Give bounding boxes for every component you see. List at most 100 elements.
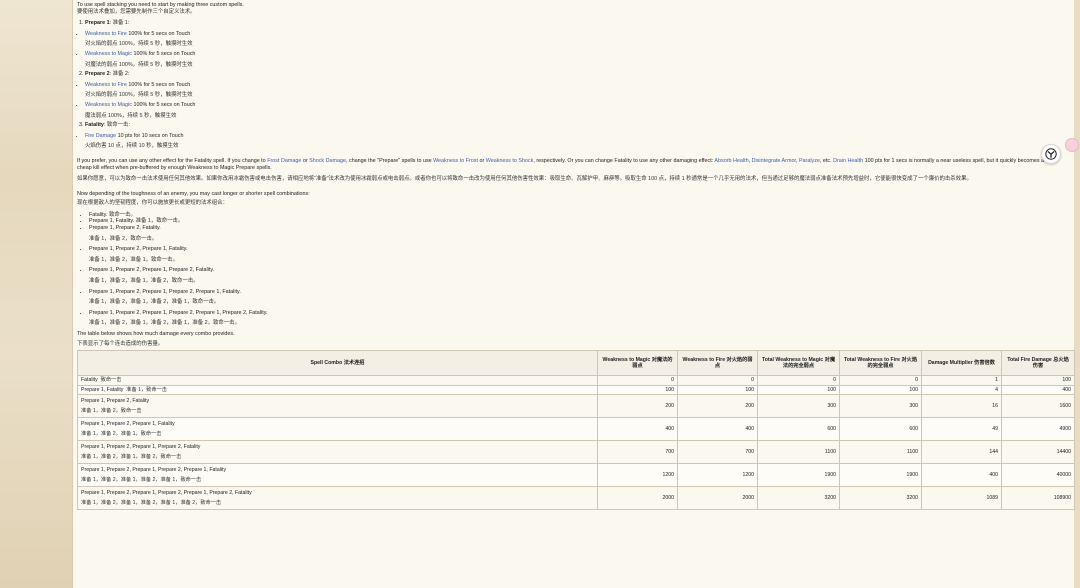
cell: 600 [839,417,922,442]
weakness-to-shock-link[interactable]: Weakness to Shock [486,158,534,164]
weakness-to-frost-link[interactable]: Weakness to Frost [433,158,478,164]
frost-damage-link[interactable]: Frost Damage [267,158,301,164]
cell: 400 [921,463,1002,488]
paralyze-link[interactable]: Paralyze [799,158,820,164]
spell-title-zh: 致命一击 [106,122,129,129]
spell-title: Prepare 2 [85,71,110,78]
combo-cell: Prepare 1, Fatality 准备 1，致命一击 [77,384,598,396]
cell: 1900 [839,463,922,488]
alternative-effects-text-2: cheap kill effect when pre-buffered by e… [77,164,272,171]
spell-effect-list: Fire Damage 10 pts for 10 secs on Touch火… [85,133,1070,150]
translate-assistant-icon[interactable] [1041,144,1061,164]
custom-spell-list: Prepare 1: 准备 1: Weakness to Fire 100% f… [77,20,1070,150]
cell: 108900 [1001,486,1075,511]
spell-effect-list: Weakness to Fire 100% for 5 secs on Touc… [85,82,1070,119]
combo-item: Prepare 1, Prepare 2, Prepare 1, Prepare… [89,289,1070,306]
combo-cell: Prepare 1, Prepare 2, Prepare 1, Prepare… [77,486,598,511]
cell: 300 [839,394,922,419]
spell-effect: Weakness to Magic 100% for 5 secs on Tou… [85,51,1070,68]
cell: 1200 [677,463,758,488]
spell-effect-zh: 对魔法的弱点 100%，持续 5 秒，触摸时生效 [85,61,193,68]
combo-cell: Prepare 1, Prepare 2, Prepare 1, Fatalit… [77,417,598,442]
spell-effect: Weakness to Fire 100% for 5 secs on Touc… [85,82,1070,99]
cell: 700 [597,440,678,465]
spell-effect-zh: 对火焰的弱点 100%，持续 5 秒，触摸时生效 [85,92,193,99]
combo-item: Prepare 1, Prepare 2, Prepare 1, Fatalit… [89,246,1070,263]
cell: 300 [757,394,840,419]
cell: 144 [921,440,1002,465]
cell: 400 [597,417,678,442]
cell: 1100 [839,440,922,465]
cell: 3200 [757,486,840,511]
combo-cell: Prepare 1, Prepare 2, Prepare 1, Prepare… [77,463,598,488]
spell-title-zh: 准备 2 [112,71,128,78]
toughness-text-zh: 现在根据敌人的坚韧程度，你可以施放更长或更短的法术组合： [77,200,228,207]
table-header-row: Spell Combo 法术连招 Weakness to Magic 对魔法的弱… [77,350,1075,377]
spell-effect-zh: 对火焰的弱点 100%，持续 5 秒，触摸时生效 [85,41,193,48]
effect-link[interactable]: Weakness to Fire [85,31,127,37]
table-row: Prepare 1, Prepare 2, Prepare 1, Fatalit… [77,417,1075,442]
effect-link[interactable]: Weakness to Fire [85,82,127,88]
cell: 16 [921,394,1002,419]
spell-title: Fatality [85,122,104,129]
cell: 600 [757,417,840,442]
spell-title: Prepare 1 [85,20,110,27]
cell: 700 [677,440,758,465]
cell: 1100 [757,440,840,465]
cell: 2000 [597,486,678,511]
cell: 0 [597,375,678,386]
column-header: Total Weakness to Fire 对火焰的完全弱点 [839,350,922,377]
column-header: Spell Combo 法术连招 [77,350,598,377]
alternative-effects-text: If you prefer, you can use any other eff… [77,157,1045,164]
combo-item: Fatality. 致命一击。 [89,212,1070,219]
spell-effect: Weakness to Magic 100% for 5 secs on Tou… [85,102,1070,119]
absorb-health-link[interactable]: Absorb Health [714,158,748,164]
cell: 2000 [677,486,758,511]
cell: 1200 [597,463,678,488]
column-header: Weakness to Magic 对魔法的弱点 [597,350,678,377]
table-row: Prepare 1, Fatality 准备 1，致命一击 100 100 100 1… [77,384,1075,396]
effect-link[interactable]: Fire Damage [85,133,116,139]
combo-cell: Prepare 1, Prepare 2, Fatality 准备 1，准备 2，… [77,394,598,419]
spell-effect-list: Weakness to Fire 100% for 5 secs on Touc… [85,31,1070,68]
effect-link[interactable]: Weakness to Magic [85,51,132,57]
combo-item: Prepare 1, Prepare 2, Prepare 1, Prepare… [89,267,1070,284]
spell-effect: Weakness to Fire 100% for 5 secs on Touc… [85,31,1070,48]
column-header: Damage Multiplier 伤害倍数 [921,350,1002,377]
effect-link[interactable]: Weakness to Magic [85,102,132,108]
cell: 4900 [1001,417,1075,442]
custom-spell-prepare-2: Prepare 2: 准备 2: Weakness to Fire 100% f… [85,71,1070,119]
cell: 200 [597,394,678,419]
translate-assistant-glyph [1045,148,1057,160]
table-intro: The table below shows how much damage ev… [77,331,235,337]
cell: 200 [677,394,758,419]
cell: 14400 [1001,440,1075,465]
spell-effect: Fire Damage 10 pts for 10 secs on Touch火… [85,133,1070,150]
toughness-text: Now depending of the toughness of an ene… [77,190,310,197]
cell: 4 [921,384,1002,396]
table-row: Prepare 1, Prepare 2, Prepare 1, Prepare… [77,463,1075,488]
damage-table: Spell Combo 法术连招 Weakness to Magic 对魔法的弱… [77,350,1075,511]
shock-damage-link[interactable]: Shock Damage [309,158,346,164]
cell: 0 [839,375,922,386]
disintegrate-armor-link[interactable]: Disintegrate Armor [752,158,796,164]
combo-cell: Prepare 1, Prepare 2, Prepare 1, Prepare… [77,440,598,465]
parchment-background-left [0,0,72,588]
cell: 100 [1001,375,1075,386]
combo-item: Prepare 1, Prepare 2, Prepare 1, Prepare… [89,310,1070,327]
cell: 1 [921,375,1002,386]
column-header: Total Weakness to Magic 对魔法的完全弱点 [757,350,840,377]
table-row: Prepare 1, Prepare 2, Fatality 准备 1，准备 2，… [77,394,1075,419]
article-content: To use spell stacking you need to start … [72,0,1075,588]
drain-health-link[interactable]: Drain Health [833,158,863,164]
cell: 100 [677,384,758,396]
cell: 0 [757,375,840,386]
cell: 0 [677,375,758,386]
cell: 1600 [1001,394,1075,419]
custom-spell-fatality: Fatality: 致命一击: Fire Damage 10 pts for 1… [85,122,1070,150]
intro-text: To use spell stacking you need to start … [77,2,244,8]
cell: 100 [839,384,922,396]
cell: 3200 [839,486,922,511]
extension-bubble-icon[interactable] [1065,138,1079,152]
spell-effect-zh: 火焰伤害 10 点，持续 10 秒，触摸生效 [85,143,179,150]
